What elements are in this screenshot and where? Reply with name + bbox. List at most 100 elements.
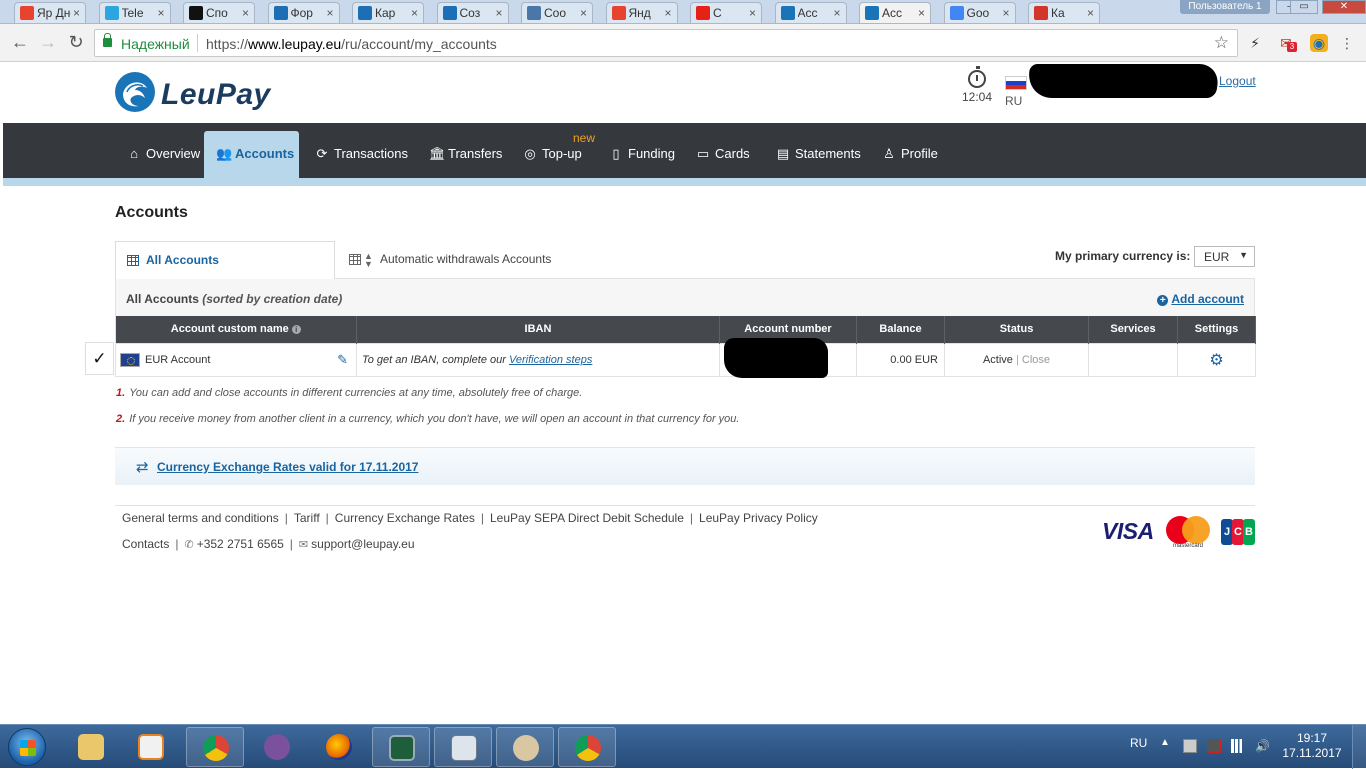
nav-transfers[interactable]: 🏛 Transfers [417,131,512,178]
footer-link-privacy[interactable]: LeuPay Privacy Policy [699,511,818,525]
phone-number[interactable]: +352 2751 6565 [197,537,284,551]
nav-transactions[interactable]: ⟳ Transactions [303,131,418,178]
add-account-link[interactable]: + Add account [1157,292,1244,306]
nav-statements[interactable]: ▤ Statements [764,131,871,178]
network-flag-icon[interactable] [1183,739,1197,753]
tray-language[interactable]: RU [1130,736,1147,750]
back-arrow-icon[interactable]: ← [8,31,32,55]
taskbar-chrome[interactable] [186,727,244,767]
close-tab-icon[interactable]: × [326,6,333,20]
address-bar[interactable]: Надежный https://www.leupay.eu/ru/accoun… [94,29,1238,57]
forward-arrow-icon[interactable]: → [36,31,60,55]
close-tab-icon[interactable]: × [495,6,502,20]
browser-tab[interactable]: Goo × [943,2,1016,23]
browser-tab[interactable]: Янд × [605,2,678,23]
users-icon: 👥 [216,146,233,161]
system-clock[interactable]: 19:17 17.11.2017 [1282,731,1342,761]
coins-icon: ◎ [524,146,536,161]
vk-icon [527,6,541,20]
mastercard-logo: mastercard [1166,516,1210,550]
russia-flag-icon [1005,76,1027,90]
browser-tab[interactable]: Соз × [436,2,509,23]
browser-tab[interactable]: Фор × [267,2,340,23]
bookmark-star-icon[interactable]: ☆ [1214,33,1229,53]
taskbar-media-player[interactable] [122,727,180,767]
browser-tab[interactable]: Яр Дне× [14,2,86,23]
taskbar-paint[interactable] [496,727,554,767]
taskbar-terminal[interactable] [372,727,430,767]
browser-tab[interactable]: С × [690,2,762,23]
browser-tab[interactable]: Соо × [521,2,593,23]
lightning-extension-icon[interactable]: ⚡ [1246,34,1264,52]
page-title: Accounts [115,204,188,221]
camera-extension-icon[interactable]: ◉ [1310,34,1328,52]
tab-title: Фор [290,6,313,20]
taskbar-firefox[interactable] [310,727,368,767]
tab-title: Ка [1051,6,1065,20]
footer-link-terms[interactable]: General terms and conditions [122,511,279,525]
browser-tab[interactable]: Acc × [774,2,847,23]
status-cell: Active | Close [944,342,1089,377]
visa-logo: VISA [1102,518,1154,544]
nav-accounts[interactable]: 👥 Accounts [204,131,299,178]
close-tab-icon[interactable]: × [242,6,249,20]
close-account-link[interactable]: Close [1022,354,1050,366]
logout-link[interactable]: Logout [1219,74,1256,88]
signal-bars-icon[interactable] [1231,739,1245,753]
close-tab-icon[interactable]: × [411,6,418,20]
power-icon[interactable] [1207,739,1221,753]
nav-profile[interactable]: ♙ Profile [870,131,948,178]
language-switcher[interactable]: RU [1005,76,1027,108]
maximize-button[interactable]: ▭ [1290,0,1318,14]
close-tab-icon[interactable]: × [580,6,587,20]
nav-cards[interactable]: ▭ Cards [684,131,760,178]
taskbar-calculator[interactable] [434,727,492,767]
start-button[interactable] [8,728,46,766]
taskbar-viber[interactable] [248,727,306,767]
close-tab-icon[interactable]: × [833,6,840,20]
tray-expand-icon[interactable]: ▲ [1160,737,1170,748]
tab-automatic-withdrawals[interactable]: ▲ ▼ Automatic withdrawals Accounts [348,241,551,279]
primary-currency-select[interactable]: EUR ▼ [1194,246,1255,267]
close-tab-icon[interactable]: × [73,6,80,20]
url-text[interactable]: https://www.leupay.eu/ru/account/my_acco… [206,36,497,52]
gear-settings-icon[interactable]: ⚙ [1209,352,1223,369]
close-tab-icon[interactable]: × [749,6,756,20]
speaker-icon[interactable]: 🔊 [1255,739,1270,753]
show-desktop-button[interactable] [1352,725,1366,769]
browser-tab[interactable]: Кар × [352,2,424,23]
tab-all-accounts[interactable]: All Accounts [115,241,335,279]
profile-button[interactable]: Пользователь 1 [1180,0,1270,14]
footer-link-rates[interactable]: Currency Exchange Rates [335,511,475,525]
pencil-edit-icon[interactable]: ✎ [337,352,348,368]
support-email[interactable]: support@leupay.eu [311,537,414,551]
chrome-menu-icon[interactable]: ⋮ [1338,34,1356,52]
reload-icon[interactable]: ↻ [64,31,88,55]
close-tab-icon[interactable]: × [1087,6,1094,20]
browser-tab[interactable]: Спо × [183,2,255,23]
exchange-rates-link[interactable]: Currency Exchange Rates valid for 17.11.… [157,460,418,474]
nav-funding[interactable]: ▯ Funding [597,131,685,178]
browser-tab[interactable]: Tele × [98,2,171,23]
verification-steps-link[interactable]: Verification steps [509,354,592,366]
browser-tab[interactable]: Ка × [1028,2,1100,23]
tab-title: Goo [966,6,990,20]
close-tab-icon[interactable]: × [664,6,671,20]
select-checkbox[interactable]: ✓ [85,342,114,375]
nav-overview[interactable]: ⌂ Overview [115,131,210,178]
footer-link-sepa[interactable]: LeuPay SEPA Direct Debit Schedule [490,511,684,525]
taskbar-explorer[interactable] [62,727,120,767]
chrome-icon [203,735,229,761]
close-tab-icon[interactable]: × [918,6,925,20]
info-icon[interactable]: i [291,325,301,335]
col-header-settings: Settings [1177,316,1256,343]
browser-tab[interactable]: Acc × [859,2,931,23]
close-tab-icon[interactable]: × [1002,6,1009,20]
footer-link-tariff[interactable]: Tariff [294,511,320,525]
stopwatch-icon [968,66,986,88]
taskbar-chrome-2[interactable] [558,727,616,767]
folder-icon [78,734,104,760]
mail-extension-icon[interactable]: ✉ 3 [1277,34,1297,52]
close-tab-icon[interactable]: × [157,6,164,20]
close-window-button[interactable]: ✕ [1322,0,1366,14]
